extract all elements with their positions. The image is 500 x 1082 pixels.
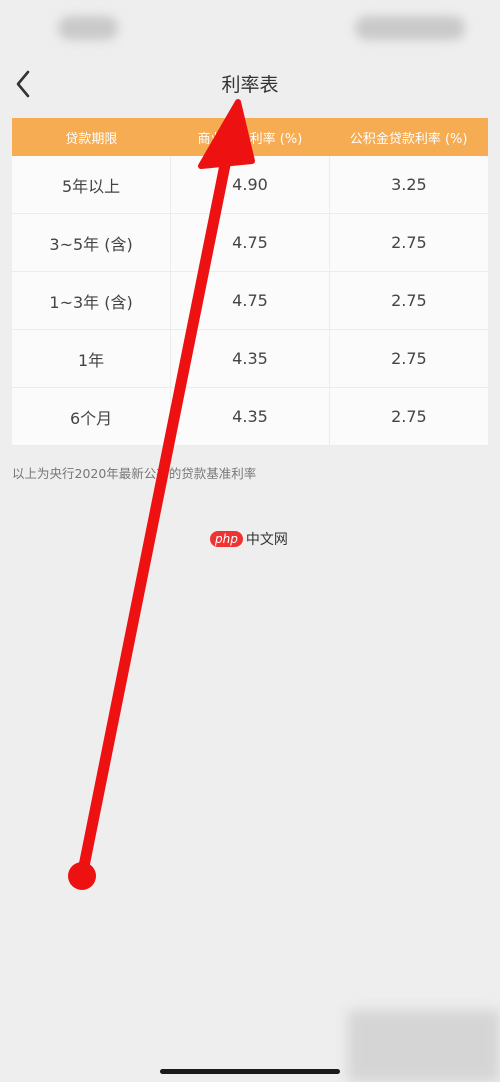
- fund-rate-cell: 2.75: [329, 213, 488, 272]
- nav-bar: 利率表: [0, 58, 500, 108]
- page-title: 利率表: [221, 74, 279, 96]
- term-cell: 3~5年 (含): [12, 213, 172, 272]
- term-cell: 6个月: [12, 387, 172, 446]
- status-time-blurred: [58, 16, 118, 40]
- table-row: 6个月 4.35 2.75: [12, 387, 488, 446]
- corner-blurred-region: [348, 1010, 500, 1082]
- rate-table: 贷款期限 商业贷款利率 (%) 公积金贷款利率 (%) 5年以上 4.90 3.…: [12, 118, 488, 446]
- table-row: 1年 4.35 2.75: [12, 329, 488, 388]
- commercial-rate-cell: 4.75: [170, 271, 330, 330]
- watermark-logo: php 中文网: [210, 529, 288, 549]
- commercial-rate-cell: 4.90: [170, 156, 330, 214]
- footnote: 以上为央行2020年最新公布的贷款基准利率: [12, 466, 257, 481]
- column-header-fund-rate: 公积金贷款利率 (%): [329, 118, 488, 156]
- status-icons-blurred: [355, 16, 465, 40]
- term-cell: 5年以上: [12, 156, 172, 214]
- commercial-rate-cell: 4.35: [170, 329, 330, 388]
- commercial-rate-cell: 4.75: [170, 213, 330, 272]
- status-bar: [0, 0, 500, 58]
- fund-rate-cell: 2.75: [329, 329, 488, 388]
- table-row: 5年以上 4.90 3.25: [12, 156, 488, 214]
- home-indicator[interactable]: [160, 1069, 340, 1074]
- fund-rate-cell: 2.75: [329, 387, 488, 446]
- watermark-badge: php: [210, 531, 243, 547]
- watermark-text: 中文网: [245, 532, 288, 548]
- table-header-row: 贷款期限 商业贷款利率 (%) 公积金贷款利率 (%): [12, 118, 488, 156]
- arrow-tail-dot: [68, 862, 96, 890]
- fund-rate-cell: 2.75: [329, 271, 488, 330]
- table-row: 1~3年 (含) 4.75 2.75: [12, 271, 488, 330]
- fund-rate-cell: 3.25: [329, 156, 488, 214]
- commercial-rate-cell: 4.35: [170, 387, 330, 446]
- table-row: 3~5年 (含) 4.75 2.75: [12, 213, 488, 272]
- term-cell: 1~3年 (含): [12, 271, 172, 330]
- term-cell: 1年: [12, 329, 172, 388]
- column-header-commercial-rate: 商业贷款利率 (%): [170, 118, 330, 156]
- column-header-term: 贷款期限: [12, 118, 171, 156]
